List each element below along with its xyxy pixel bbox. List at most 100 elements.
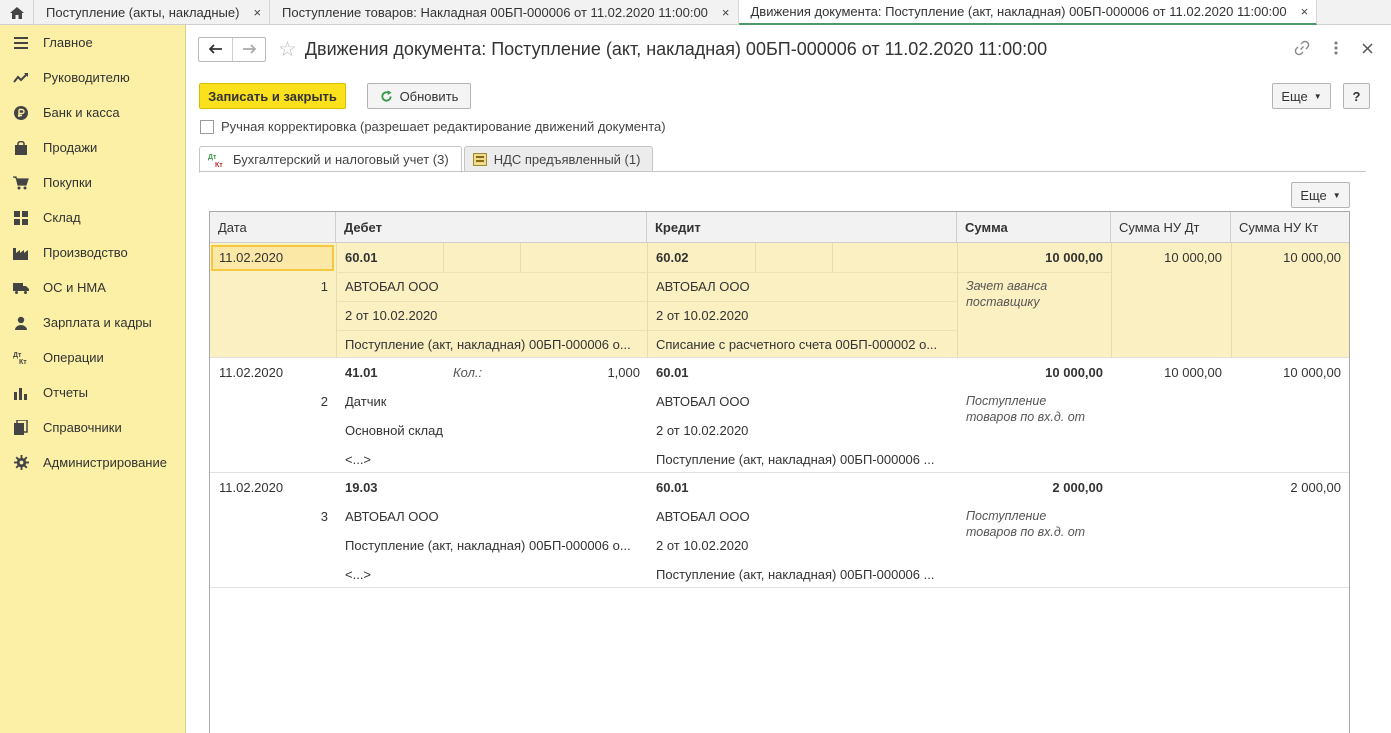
cell-credit-subconto: Поступление (акт, накладная) 00БП-000006…: [656, 567, 935, 582]
cell-debit-account: 19.03: [345, 480, 378, 495]
sidebar-item-reports[interactable]: Отчеты: [0, 375, 185, 410]
cell-debit-subconto: <...>: [345, 567, 372, 582]
window-tab-movements[interactable]: Движения документа: Поступление (акт, на…: [738, 0, 1318, 25]
table-row[interactable]: 11.02.2020 1 60.01 АВТОБАЛ ООО 2 от 10.0…: [210, 243, 1349, 358]
refresh-button[interactable]: Обновить: [367, 83, 471, 109]
grid-icon: [12, 210, 30, 226]
window-tab-label: Поступление товаров: Накладная 00БП-0000…: [282, 5, 708, 20]
tab-label: Бухгалтерский и налоговый учет (3): [233, 152, 449, 167]
col-date[interactable]: Дата: [210, 212, 336, 243]
link-icon[interactable]: [1294, 40, 1310, 56]
window-tab-receipt-doc[interactable]: Поступление товаров: Накладная 00БП-0000…: [270, 0, 739, 25]
title-row: ☆ Движения документа: Поступление (акт, …: [198, 36, 1047, 62]
dt-kt-icon: Дт Кт: [12, 350, 30, 366]
truck-icon: [12, 280, 30, 296]
sidebar-item-production[interactable]: Производство: [0, 235, 185, 270]
cell-debit-account: 41.01: [345, 365, 378, 380]
window-tabs-bar: Поступление (акты, накладные) × Поступле…: [0, 0, 1391, 25]
help-button[interactable]: ?: [1343, 83, 1370, 109]
close-icon[interactable]: ×: [722, 5, 730, 20]
close-icon[interactable]: ×: [1301, 4, 1309, 19]
sidebar-item-admin[interactable]: Администрирование: [0, 445, 185, 480]
svg-text:Кт: Кт: [19, 359, 27, 365]
window-tab-receipts-list[interactable]: Поступление (акты, накладные) ×: [34, 0, 271, 25]
refresh-icon: [380, 89, 392, 102]
back-button[interactable]: [199, 38, 232, 61]
sidebar-item-operations[interactable]: Дт Кт Операции: [0, 340, 185, 375]
forward-button[interactable]: [232, 37, 265, 61]
bag-icon: [12, 140, 30, 156]
dt-kt-icon: Дт Кт: [208, 152, 226, 168]
ruble-icon: [12, 105, 30, 121]
form-tabs: Дт Кт Бухгалтерский и налоговый учет (3) …: [199, 146, 655, 173]
table-more-button[interactable]: Еще ▼: [1291, 182, 1350, 208]
close-icon[interactable]: ×: [253, 5, 261, 20]
cell-debit-subconto: Датчик: [345, 394, 387, 409]
cell-content: Зачет аванса поставщику: [966, 279, 1048, 309]
refresh-label: Обновить: [399, 88, 459, 104]
col-credit[interactable]: Кредит: [647, 212, 957, 243]
cell-credit-subconto: АВТОБАЛ ООО: [656, 394, 750, 409]
cell-sum-nu-kt: 10 000,00: [1283, 250, 1341, 265]
sidebar-item-label: Справочники: [43, 420, 122, 435]
cell-sum-nu-dt: 10 000,00: [1164, 365, 1222, 380]
table-row[interactable]: 11.02.2020 3 19.03 АВТОБАЛ ООО Поступлен…: [210, 473, 1349, 588]
movements-table[interactable]: Дата Дебет Кредит Сумма Сумма НУ Дт Сумм…: [209, 211, 1350, 733]
sidebar-item-label: ОС и НМА: [43, 280, 106, 295]
sidebar-item-sales[interactable]: Продажи: [0, 130, 185, 165]
cell-credit-subconto: Поступление (акт, накладная) 00БП-000006…: [656, 452, 935, 467]
cell-divider: [832, 243, 833, 272]
cell-credit-subconto: 2 от 10.02.2020: [656, 423, 749, 438]
sidebar-item-purchases[interactable]: Покупки: [0, 165, 185, 200]
cell-sum: 10 000,00: [1045, 365, 1103, 380]
favorite-star-icon[interactable]: ☆: [278, 39, 297, 60]
dt-kt-icon-top: Дт: [208, 154, 217, 161]
cell-credit-account: 60.02: [656, 250, 689, 265]
window-tab-label: Поступление (акты, накладные): [46, 5, 240, 20]
tab-label: НДС предъявленный (1): [493, 151, 641, 167]
more-vertical-icon[interactable]: [1334, 41, 1338, 55]
tab-vat[interactable]: НДС предъявленный (1): [463, 146, 654, 172]
sidebar-item-label: Главное: [43, 35, 93, 50]
col-sum-nu-kt[interactable]: Сумма НУ Кт: [1231, 212, 1349, 243]
cell-credit-subconto: Списание с расчетного счета 00БП-000002 …: [656, 337, 938, 352]
col-sum-nu-dt[interactable]: Сумма НУ Дт: [1111, 212, 1231, 243]
cell-qty: 1,000: [607, 365, 640, 380]
table-header: Дата Дебет Кредит Сумма Сумма НУ Дт Сумм…: [210, 212, 1349, 243]
gear-icon: [12, 455, 30, 471]
cell-debit-subconto: 2 от 10.02.2020: [345, 308, 438, 323]
cell-debit-subconto: <...>: [345, 452, 372, 467]
sidebar-item-label: Продажи: [43, 140, 98, 155]
svg-text:Дт: Дт: [13, 352, 22, 359]
sidebar-item-warehouse[interactable]: Склад: [0, 200, 185, 235]
manual-edit-checkbox[interactable]: [200, 119, 214, 134]
window-tab-label: Движения документа: Поступление (акт, на…: [750, 4, 1287, 19]
close-icon[interactable]: [1362, 42, 1373, 54]
trend-icon: [12, 70, 30, 86]
save-close-button[interactable]: Записать и закрыть: [199, 83, 346, 109]
cell-debit-subconto: Поступление (акт, накладная) 00БП-000006…: [345, 538, 631, 553]
table-row[interactable]: 11.02.2020 2 41.01 Кол.: 1,000 Датчик Ос…: [210, 358, 1349, 473]
sidebar-item-bank[interactable]: Банк и касса: [0, 95, 185, 130]
col-debit[interactable]: Дебет: [336, 212, 647, 243]
tab-divider: [199, 171, 1366, 172]
cell-line-number: 1: [320, 279, 328, 294]
cell-debit-subconto: АВТОБАЛ ООО: [345, 509, 439, 524]
sidebar-item-director[interactable]: Руководителю: [0, 60, 185, 95]
cell-sum: 10 000,00: [1045, 250, 1103, 265]
book-icon: [12, 420, 30, 436]
col-sum[interactable]: Сумма: [957, 212, 1111, 243]
sidebar-item-catalogs[interactable]: Справочники: [0, 410, 185, 445]
manual-edit-row: Ручная корректировка (разрешает редактир…: [200, 119, 666, 134]
sidebar-item-salary[interactable]: Зарплата и кадры: [0, 305, 185, 340]
home-button[interactable]: [0, 0, 34, 25]
more-button[interactable]: Еще ▼: [1272, 83, 1331, 109]
main-area: ☆ Движения документа: Поступление (акт, …: [187, 25, 1391, 733]
sidebar-item-main[interactable]: Главное: [0, 25, 185, 60]
cell-debit-subconto: АВТОБАЛ ООО: [345, 279, 439, 294]
sidebar-item-fixed-assets[interactable]: ОС и НМА: [0, 270, 185, 305]
cell-divider: [1111, 243, 1112, 358]
cell-divider: [957, 272, 1111, 273]
tab-accounting[interactable]: Дт Кт Бухгалтерский и налоговый учет (3): [199, 146, 462, 173]
arrow-left-icon: [208, 44, 222, 54]
